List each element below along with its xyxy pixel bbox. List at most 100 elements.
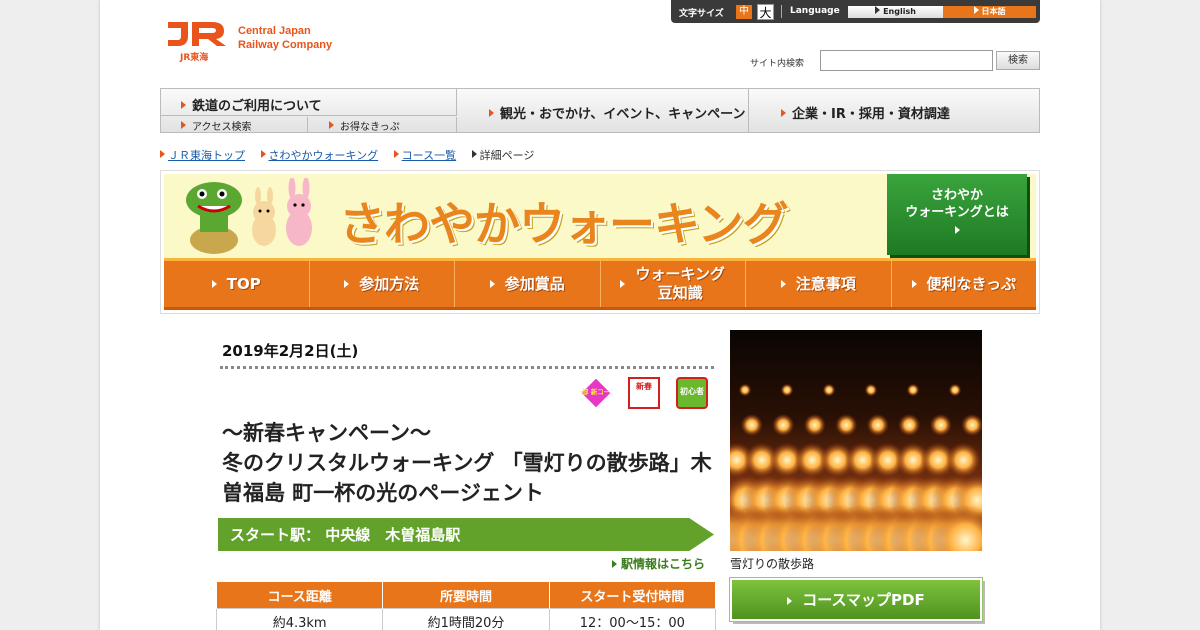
japanese-button[interactable]: 日本語 xyxy=(943,6,1036,18)
lantern-glow xyxy=(929,413,952,437)
font-size-large-button[interactable]: 大 xyxy=(757,4,774,20)
lantern-glow xyxy=(780,383,794,397)
banner-nav-tickets-label: 便利なきっぷ xyxy=(926,274,1016,293)
station-info-link[interactable]: 駅情報はこちら xyxy=(612,555,705,572)
nav-access-search[interactable]: アクセス検索 xyxy=(161,117,308,133)
divider xyxy=(781,5,782,18)
font-size-label: 文字サイズ xyxy=(679,9,724,19)
course-title: ～新春キャンペーン～ 冬のクリスタルウォーキング 「雪灯りの散歩路」木曽福島 町… xyxy=(222,418,712,508)
banner-header: さわやかウォーキング さわやか ウォーキングとは xyxy=(164,174,1036,258)
nav-discount-tickets-label: お得なきっぷ xyxy=(340,122,400,133)
arrow-icon xyxy=(612,560,617,568)
font-size-medium-button[interactable]: 中 xyxy=(736,5,752,19)
lantern-glow xyxy=(945,442,981,478)
station-info-label: 駅情報はこちら xyxy=(621,557,706,571)
table-header-row: コース距離 所要時間 スタート受付時間 xyxy=(215,581,717,609)
arrow-icon xyxy=(181,101,186,109)
table-row: 約4.3km 約1時間20分 12：00～15：00 xyxy=(215,608,717,630)
arrow-icon xyxy=(160,150,165,158)
course-photo xyxy=(730,330,982,551)
breadcrumb-jr-top[interactable]: ＪＲ東海トップ xyxy=(168,149,245,162)
logo-line1: Central Japan xyxy=(238,25,311,37)
breadcrumb-current: 詳細ページ xyxy=(479,149,535,162)
walking-banner: さわやかウォーキング さわやか ウォーキングとは TOP 参加方法 参加賞品 ウ… xyxy=(160,170,1040,314)
header-duration: 所要時間 xyxy=(382,581,550,609)
course-date: 2019年2月2日(土) xyxy=(222,342,359,360)
banner-nav-notes-label: 注意事項 xyxy=(795,274,856,293)
arrow-icon xyxy=(973,6,979,14)
about-walking-button[interactable]: さわやか ウォーキングとは xyxy=(887,174,1027,255)
banner-nav-prizes[interactable]: 参加賞品 xyxy=(455,261,601,307)
lantern-glow xyxy=(898,413,921,437)
lantern-glow xyxy=(948,383,962,397)
cell-duration: 約1時間20分 xyxy=(382,608,550,630)
new-course-badge-icon: 一部 新コース xyxy=(580,377,612,409)
course-title-line2: 冬のクリスタルウォーキング 「雪灯りの散歩路」木曽福島 町一杯の光のページェント xyxy=(222,451,712,505)
banner-nav-top-label: TOP xyxy=(226,274,261,293)
japanese-label: 日本語 xyxy=(981,7,1006,16)
snow-lantern-photo xyxy=(730,330,982,551)
search-button[interactable]: 検索 xyxy=(996,51,1040,70)
arrow-icon xyxy=(620,280,626,288)
arrow-icon xyxy=(911,280,917,288)
course-map-pdf-label: コースマップPDF xyxy=(802,591,925,609)
banner-title: さわやかウォーキング xyxy=(339,197,789,251)
banner-nav-tickets[interactable]: 便利なきっぷ xyxy=(892,261,1037,307)
english-label: English xyxy=(883,7,916,16)
nav-corporate-ir[interactable]: 企業・IR・採用・資材調達 xyxy=(749,89,1039,132)
global-nav: 鉄道のご利用について アクセス検索 お得なきっぷ 観光・おでかけ、イベント、キャ… xyxy=(160,88,1040,133)
nav-discount-tickets[interactable]: お得なきっぷ xyxy=(309,117,457,133)
logo-text: Central Japan Railway Company xyxy=(238,24,332,52)
language-label: Language xyxy=(790,6,840,16)
banner-nav-how-to-join[interactable]: 参加方法 xyxy=(310,261,455,307)
header-reception-time: スタート受付時間 xyxy=(548,581,717,609)
english-button[interactable]: English xyxy=(848,6,943,18)
banner-nav-notes[interactable]: 注意事項 xyxy=(746,261,892,307)
nav-railway-usage-label: 鉄道のご利用について xyxy=(192,99,322,114)
arrow-icon xyxy=(471,150,477,158)
breadcrumb-course-list[interactable]: コース一覧 xyxy=(402,149,456,162)
jr-logo-icon[interactable] xyxy=(166,18,228,48)
about-line1: さわやか xyxy=(930,188,983,203)
dotted-divider xyxy=(220,366,714,369)
search-input[interactable] xyxy=(820,50,993,71)
arrow-icon xyxy=(329,121,334,129)
course-title-line1: ～新春キャンペーン～ xyxy=(222,421,431,445)
arrow-icon xyxy=(393,150,399,158)
banner-nav-walking-tips[interactable]: ウォーキング 豆知識 xyxy=(601,261,746,307)
lantern-glow xyxy=(740,413,763,437)
banner-nav-walking-tips-line2: 豆知識 xyxy=(657,284,703,302)
course-info-table: コース距離 所要時間 スタート受付時間 約4.3km 約1時間20分 12：00… xyxy=(215,581,717,630)
banner-nav: TOP 参加方法 参加賞品 ウォーキング 豆知識 注意事項 便利なきっぷ xyxy=(164,258,1036,310)
arrow-icon xyxy=(181,121,186,129)
banner-nav-walking-tips-line1: ウォーキング xyxy=(635,265,726,283)
lantern-glow xyxy=(835,413,858,437)
cell-distance: 約4.3km xyxy=(215,608,384,630)
photo-caption: 雪灯りの散歩路 xyxy=(730,557,815,571)
arrow-icon xyxy=(260,150,266,158)
arrow-icon xyxy=(211,280,217,288)
badge2-text: 新春 xyxy=(636,382,652,391)
logo-line2: Railway Company xyxy=(238,39,333,51)
arrow-icon xyxy=(780,280,786,288)
breadcrumb-walking[interactable]: さわやかウォーキング xyxy=(269,149,379,162)
lantern-glow xyxy=(864,383,878,397)
course-map-pdf-button[interactable]: コースマップPDF xyxy=(729,577,983,622)
new-year-badge-icon: 新春 xyxy=(628,377,660,409)
header-distance: コース距離 xyxy=(215,581,384,609)
mascot-characters-icon xyxy=(186,178,312,254)
nav-railway-usage[interactable]: 鉄道のご利用について xyxy=(161,89,457,116)
utility-bar: 文字サイズ 中 大 Language English 日本語 xyxy=(671,0,1040,23)
arrow-icon xyxy=(787,597,793,605)
banner-nav-top[interactable]: TOP xyxy=(164,261,310,307)
arrow-icon xyxy=(781,109,786,117)
arrow-icon xyxy=(489,280,495,288)
banner-nav-prizes-label: 参加賞品 xyxy=(504,274,565,293)
nav-tourism-events-label: 観光・おでかけ、イベント、キャンペーン xyxy=(500,107,746,122)
search-label: サイト内検索 xyxy=(750,59,805,69)
nav-corporate-ir-label: 企業・IR・採用・資材調達 xyxy=(792,107,950,122)
arrow-icon xyxy=(954,226,960,234)
nav-access-search-label: アクセス検索 xyxy=(192,122,252,133)
badge3-text: 初心者向 xyxy=(680,387,704,422)
nav-tourism-events[interactable]: 観光・おでかけ、イベント、キャンペーン xyxy=(457,89,749,132)
